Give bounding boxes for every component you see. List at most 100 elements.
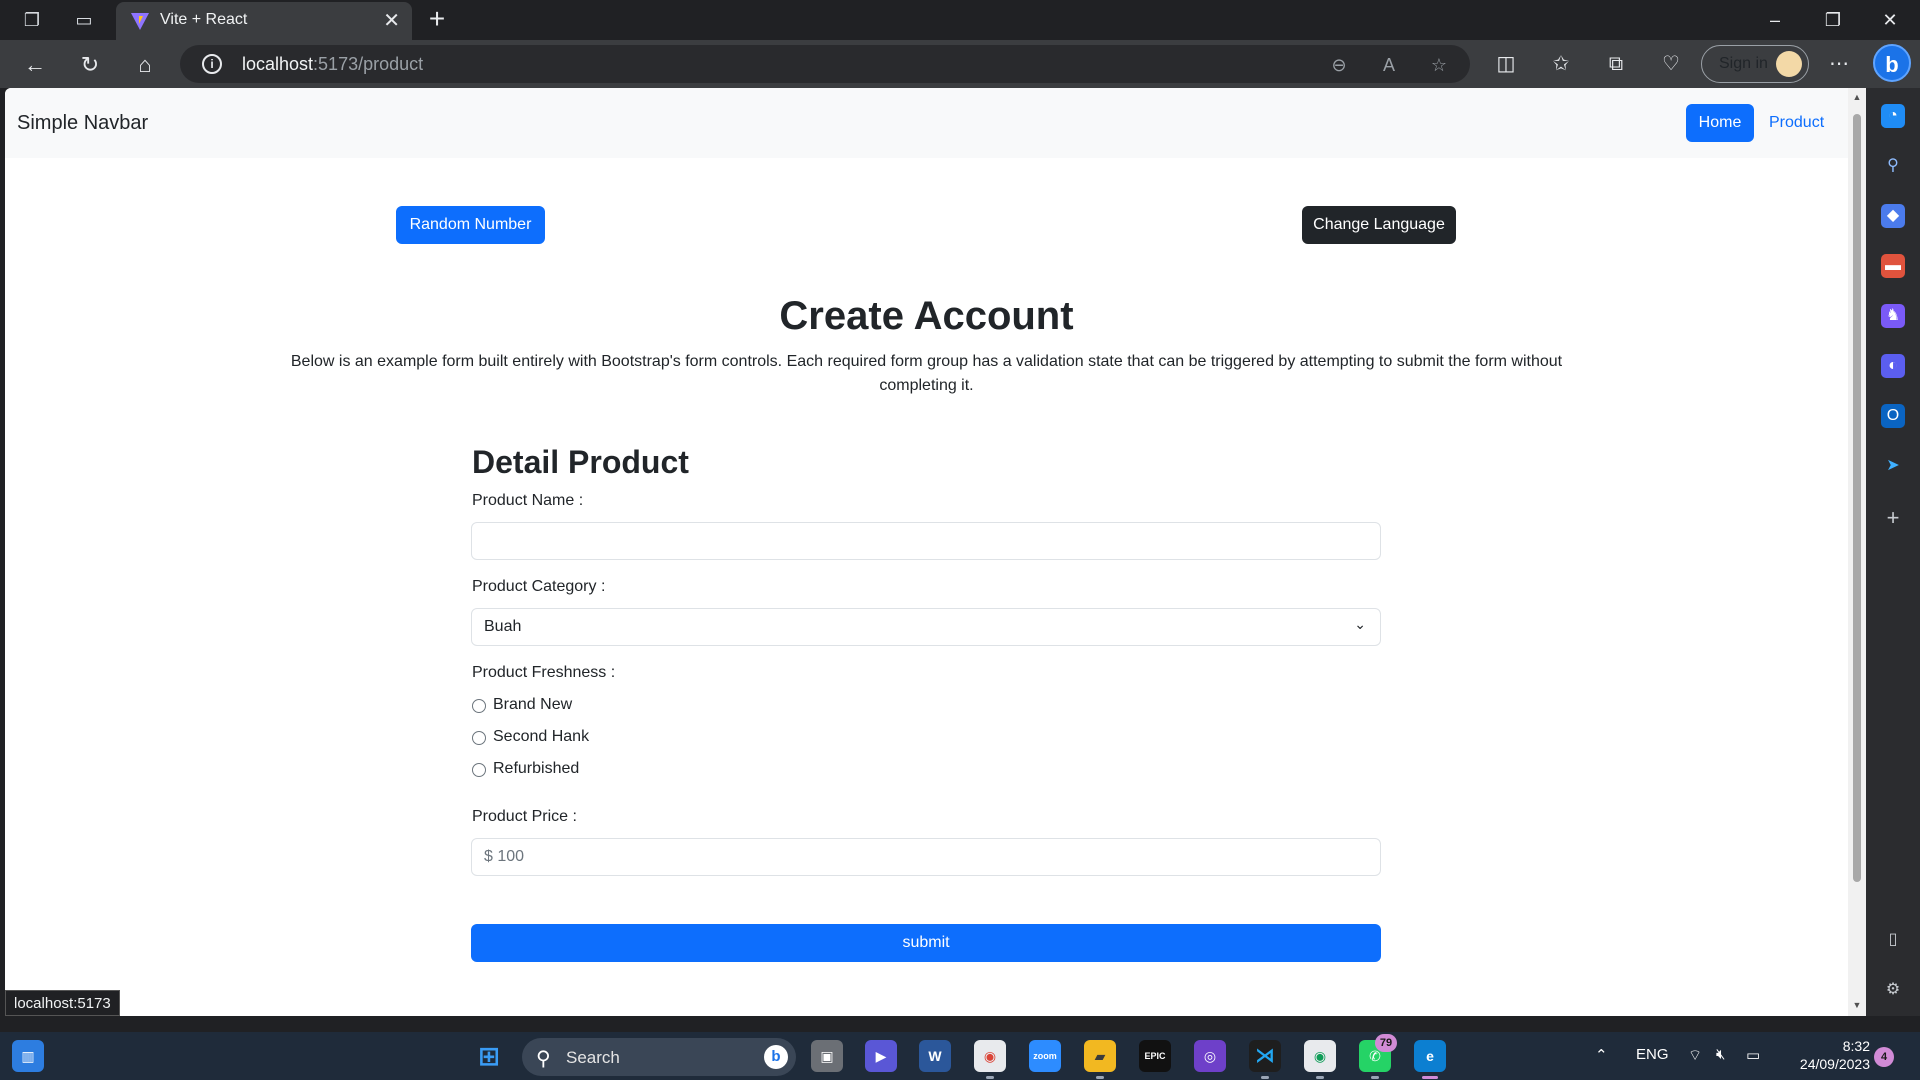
selected-category: Buah <box>484 618 522 635</box>
status-url-tooltip: localhost:5173 <box>5 990 120 1016</box>
epic-games-icon[interactable]: EPIC <box>1139 1040 1171 1072</box>
word-icon[interactable]: W <box>919 1040 951 1072</box>
submit-button[interactable]: submit <box>471 924 1381 962</box>
close-window-button[interactable]: ✕ <box>1870 6 1910 34</box>
sign-in-button[interactable]: Sign in <box>1701 45 1809 83</box>
scrollbar-thumb[interactable] <box>1853 114 1861 882</box>
page-title: Create Account <box>779 294 1074 338</box>
vscode-icon[interactable]: ⋊ <box>1249 1040 1281 1072</box>
page-scrollbar[interactable]: ▲ ▼ <box>1848 88 1866 1016</box>
browser-toolbar: ← ↻ ⌂ i localhost:5173/product ⊖ A ☆ ◫ ✩… <box>0 40 1920 88</box>
more-options-icon[interactable]: ⋯ <box>1825 50 1853 78</box>
hide-sidebar-icon[interactable]: ▯ <box>1881 928 1905 952</box>
clock-time: 8:32 <box>1842 1038 1870 1054</box>
language-indicator[interactable]: ENG <box>1636 1046 1669 1063</box>
notification-bell-icon[interactable]: ◔ <box>1881 104 1905 128</box>
battery-icon[interactable]: ▭ <box>1746 1046 1760 1064</box>
random-number-button[interactable]: Random Number <box>396 206 545 244</box>
active-indicator <box>1316 1076 1324 1079</box>
radio-label-refurbished[interactable]: Refurbished <box>493 760 579 778</box>
active-indicator <box>1096 1076 1104 1079</box>
navbar-brand[interactable]: Simple Navbar <box>17 112 148 135</box>
vite-logo-icon <box>131 13 149 30</box>
read-aloud-icon[interactable]: A <box>1377 53 1401 77</box>
notification-count[interactable]: 4 <box>1874 1047 1894 1067</box>
zoom-icon[interactable]: zoom <box>1029 1040 1061 1072</box>
taskbar-search[interactable]: ⚲ Search b <box>522 1038 796 1076</box>
radio-brand-new[interactable] <box>472 699 486 713</box>
outlook-icon[interactable]: O <box>1881 404 1905 428</box>
search-icon[interactable]: ⚲ <box>1881 154 1905 178</box>
new-tab-button[interactable]: + <box>422 5 452 35</box>
radio-label-brand-new[interactable]: Brand New <box>493 696 572 714</box>
url-text[interactable]: localhost:5173/product <box>242 54 423 75</box>
page-description: Below is an example form built entirely … <box>290 353 1563 394</box>
product-price-label: Product Price : <box>472 808 577 825</box>
scroll-down-icon[interactable]: ▼ <box>1852 1000 1862 1010</box>
browser-essentials-icon[interactable]: ♡ <box>1657 50 1685 78</box>
minimize-button[interactable]: – <box>1755 6 1795 34</box>
task-view-icon[interactable]: ▣ <box>811 1040 843 1072</box>
avatar <box>1776 51 1802 77</box>
teams-chat-icon[interactable]: ▶ <box>865 1040 897 1072</box>
tab-title: Vite + React <box>160 11 248 28</box>
file-explorer-icon[interactable]: ▰ <box>1084 1040 1116 1072</box>
edge-sidebar: ◔ ⚲ ◆ ▬ ♞ ◐ O ➤ + ▯ ⚙ <box>1866 88 1920 1016</box>
split-screen-icon[interactable]: ◫ <box>1492 50 1520 78</box>
favorites-icon[interactable]: ✩ <box>1547 50 1575 78</box>
clock-date: 24/09/2023 <box>1799 1056 1870 1072</box>
tab-actions-icon[interactable]: ▭ <box>72 8 96 32</box>
tools-icon[interactable]: ▬ <box>1881 254 1905 278</box>
clock[interactable]: 8:32 24/09/2023 <box>1786 1037 1870 1073</box>
chrome-icon[interactable]: ◉ <box>974 1040 1006 1072</box>
product-category-select[interactable]: Buah ⌄ <box>471 608 1381 646</box>
wifi-icon[interactable]: ⌔ <box>1688 1046 1702 1065</box>
github-desktop-icon[interactable]: ◎ <box>1194 1040 1226 1072</box>
microsoft-365-icon[interactable]: ◐ <box>1881 354 1905 378</box>
product-price-input[interactable]: $ 100 <box>471 838 1381 876</box>
active-indicator <box>1371 1076 1379 1079</box>
navbar: Simple Navbar Home Product <box>5 88 1848 158</box>
chrome-profile-icon[interactable]: ◉ <box>1304 1040 1336 1072</box>
chevron-down-icon: ⌄ <box>1354 616 1366 632</box>
workspaces-icon[interactable]: ❐ <box>20 8 44 32</box>
radio-second-hank[interactable] <box>472 731 486 745</box>
browser-tab[interactable]: Vite + React ✕ <box>116 2 412 40</box>
widgets-icon[interactable]: ▥ <box>12 1040 44 1072</box>
volume-muted-icon[interactable]: 🔇︎ <box>1716 1046 1725 1063</box>
active-indicator <box>986 1076 994 1079</box>
page-viewport: Simple Navbar Home Product Random Number… <box>5 88 1848 1016</box>
refresh-icon[interactable]: ↻ <box>75 50 105 80</box>
zoom-out-icon[interactable]: ⊖ <box>1327 53 1351 77</box>
home-icon[interactable]: ⌂ <box>130 50 160 80</box>
close-tab-icon[interactable]: ✕ <box>383 8 400 33</box>
site-info-icon[interactable]: i <box>202 54 222 74</box>
price-placeholder: $ 100 <box>484 848 525 865</box>
restore-button[interactable]: ❐ <box>1813 6 1853 34</box>
radio-label-second-hank[interactable]: Second Hank <box>493 728 589 746</box>
shopping-tag-icon[interactable]: ◆ <box>1881 204 1905 228</box>
product-name-input[interactable] <box>471 522 1381 560</box>
games-icon[interactable]: ♞ <box>1881 304 1905 328</box>
collections-icon[interactable]: ⧉ <box>1602 50 1630 78</box>
product-name-label: Product Name : <box>472 492 584 509</box>
change-language-button[interactable]: Change Language <box>1302 206 1456 244</box>
radio-refurbished[interactable] <box>472 763 486 777</box>
nav-home-button[interactable]: Home <box>1686 104 1754 142</box>
active-indicator <box>1261 1076 1269 1079</box>
copilot-icon[interactable]: b <box>1873 44 1911 82</box>
nav-product-link[interactable]: Product <box>1769 104 1824 142</box>
add-sidebar-icon[interactable]: + <box>1881 506 1905 530</box>
active-indicator <box>1422 1076 1438 1079</box>
back-arrow-icon[interactable]: ← <box>20 50 50 80</box>
address-bar[interactable]: i localhost:5173/product ⊖ A ☆ <box>180 45 1470 83</box>
browser-title-bar: ❐ ▭ Vite + React ✕ + – ❐ ✕ <box>0 0 1920 40</box>
scroll-up-icon[interactable]: ▲ <box>1852 92 1862 102</box>
favorite-star-icon[interactable]: ☆ <box>1427 53 1451 77</box>
drop-icon[interactable]: ➤ <box>1881 454 1905 478</box>
bing-icon: b <box>764 1045 788 1069</box>
settings-gear-icon[interactable]: ⚙ <box>1881 978 1905 1002</box>
windows-start-icon[interactable]: ⊞ <box>473 1040 505 1072</box>
edge-icon[interactable]: e <box>1414 1040 1446 1072</box>
show-hidden-icons[interactable]: ⌃ <box>1595 1046 1608 1064</box>
